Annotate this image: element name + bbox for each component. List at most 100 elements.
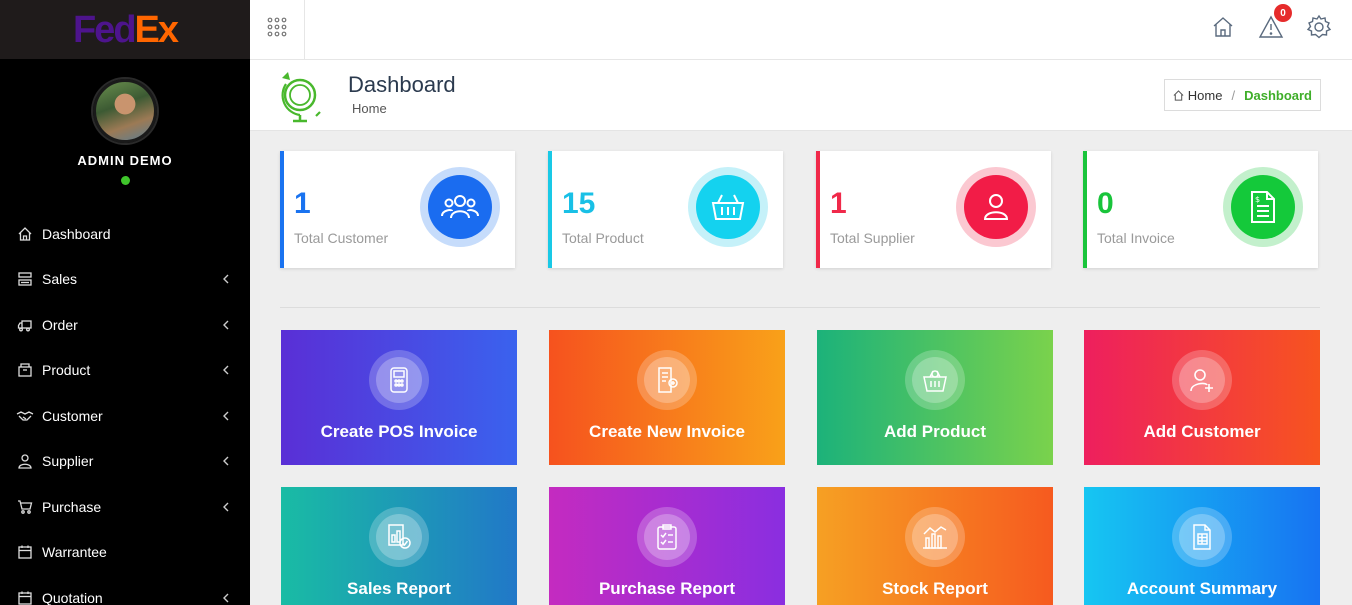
sidebar-item-quotation[interactable]: Quotation xyxy=(0,575,250,605)
report-icon xyxy=(376,514,422,560)
home-icon xyxy=(1211,15,1235,44)
stat-value: 15 xyxy=(562,187,596,220)
stat-label: Total Invoice xyxy=(1097,230,1175,246)
tile-icon-ring xyxy=(905,350,965,410)
alerts-button[interactable]: 0 xyxy=(1258,4,1292,44)
truck-icon xyxy=(16,316,34,334)
chevron-left-icon xyxy=(220,410,232,422)
online-status-dot xyxy=(120,176,130,185)
topbar-actions: 0 xyxy=(1210,4,1332,44)
home-icon xyxy=(16,225,34,243)
stat-icon-ring xyxy=(956,167,1036,247)
avatar[interactable] xyxy=(93,79,157,143)
sidebar-item-dashboard[interactable]: Dashboard xyxy=(0,211,250,257)
logo-fed: Fed xyxy=(72,8,137,51)
chevron-left-icon xyxy=(220,592,232,604)
box-icon xyxy=(16,361,34,379)
sidebar-item-purchase[interactable]: Purchase xyxy=(0,484,250,530)
settings-button[interactable] xyxy=(1306,14,1332,44)
sidebar-item-product[interactable]: Product xyxy=(0,348,250,394)
tile-icon-ring xyxy=(1172,507,1232,567)
tile-icon-ring xyxy=(905,507,965,567)
sidebar-item-label: Sales xyxy=(42,271,78,288)
chevron-left-icon xyxy=(220,364,232,376)
page-title: Dashboard xyxy=(348,72,456,97)
add-user-icon xyxy=(1179,357,1225,403)
chevron-left-icon xyxy=(220,319,232,331)
page-subtitle: Home xyxy=(352,101,387,116)
user-icon xyxy=(16,452,34,470)
sales-icon xyxy=(16,270,34,288)
sidebar-item-label: Supplier xyxy=(42,453,94,470)
stat-icon-ring xyxy=(420,167,500,247)
sidebar: FedEx ADMIN DEMO Dashboard Sales Order P… xyxy=(0,0,250,605)
tile-label: Add Customer xyxy=(1143,422,1261,441)
account-summary-button[interactable]: Account Summary xyxy=(1084,487,1320,605)
sidebar-nav: Dashboard Sales Order Product Customer S… xyxy=(0,211,250,605)
user-icon xyxy=(964,175,1028,239)
fedex-logo[interactable]: FedEx xyxy=(72,8,180,51)
home-button[interactable] xyxy=(1210,14,1236,44)
tile-label: Create New Invoice xyxy=(589,422,745,441)
stat-label: Total Supplier xyxy=(830,230,915,246)
sidebar-item-label: Customer xyxy=(42,407,103,424)
sidebar-item-label: Dashboard xyxy=(42,225,111,242)
invoice-document-icon: $ xyxy=(1231,175,1295,239)
users-icon xyxy=(428,175,492,239)
page-header: Dashboard Home Home / Dashboard xyxy=(250,60,1352,131)
basket-icon xyxy=(696,175,760,239)
stat-icon-ring xyxy=(688,167,768,247)
sidebar-item-supplier[interactable]: Supplier xyxy=(0,439,250,485)
apps-grid-icon xyxy=(266,16,288,43)
notification-badge: 0 xyxy=(1274,4,1292,22)
pos-icon xyxy=(376,357,422,403)
create-pos-invoice-button[interactable]: Create POS Invoice xyxy=(281,330,517,465)
tile-label: Sales Report xyxy=(347,579,451,598)
stock-report-button[interactable]: Stock Report xyxy=(817,487,1053,605)
tile-icon-ring xyxy=(1172,350,1232,410)
stat-card-invoice[interactable]: 0 Total Invoice $ xyxy=(1083,151,1318,268)
stat-card-product[interactable]: 15 Total Product xyxy=(548,151,783,268)
clipboard-icon xyxy=(644,514,690,560)
breadcrumb-home-icon xyxy=(1173,89,1184,101)
sales-report-button[interactable]: Sales Report xyxy=(281,487,517,605)
add-customer-button[interactable]: Add Customer xyxy=(1084,330,1320,465)
breadcrumb-home-link[interactable]: Home xyxy=(1188,88,1223,103)
handshake-icon xyxy=(16,407,34,425)
invoice-icon xyxy=(644,357,690,403)
document-icon xyxy=(1179,514,1225,560)
sidebar-item-label: Product xyxy=(42,362,91,379)
breadcrumb-current: Dashboard xyxy=(1244,87,1312,103)
sidebar-item-label: Warrantee xyxy=(42,544,107,561)
sidebar-item-label: Purchase xyxy=(42,498,102,515)
stat-card-supplier[interactable]: 1 Total Supplier xyxy=(816,151,1051,268)
sidebar-item-customer[interactable]: Customer xyxy=(0,393,250,439)
calendar-icon xyxy=(16,543,34,561)
globe-icon xyxy=(276,68,324,129)
purchase-report-button[interactable]: Purchase Report xyxy=(549,487,785,605)
basket-icon xyxy=(912,357,958,403)
stat-value: 0 xyxy=(1097,187,1114,220)
add-product-button[interactable]: Add Product xyxy=(817,330,1053,465)
sidebar-item-label: Quotation xyxy=(42,589,103,605)
sidebar-item-sales[interactable]: Sales xyxy=(0,257,250,303)
create-new-invoice-button[interactable]: Create New Invoice xyxy=(549,330,785,465)
stat-label: Total Product xyxy=(562,230,644,246)
logo-ex: Ex xyxy=(134,8,180,51)
chart-icon xyxy=(912,514,958,560)
tile-label: Account Summary xyxy=(1126,579,1278,598)
section-divider xyxy=(280,307,1320,308)
calendar-icon xyxy=(16,589,34,605)
stat-icon-ring: $ xyxy=(1223,167,1303,247)
tile-icon-ring xyxy=(637,350,697,410)
sidebar-item-label: Order xyxy=(42,316,78,333)
apps-grid-button[interactable] xyxy=(250,0,305,59)
brand-bar: FedEx xyxy=(0,0,250,59)
tile-label: Create POS Invoice xyxy=(320,422,478,441)
breadcrumb-separator: / xyxy=(1231,87,1236,103)
tile-label: Purchase Report xyxy=(598,579,736,598)
sidebar-item-warrantee[interactable]: Warrantee xyxy=(0,530,250,576)
stat-card-customer[interactable]: 1 Total Customer xyxy=(280,151,515,268)
sidebar-item-order[interactable]: Order xyxy=(0,302,250,348)
stat-label: Total Customer xyxy=(294,230,389,246)
